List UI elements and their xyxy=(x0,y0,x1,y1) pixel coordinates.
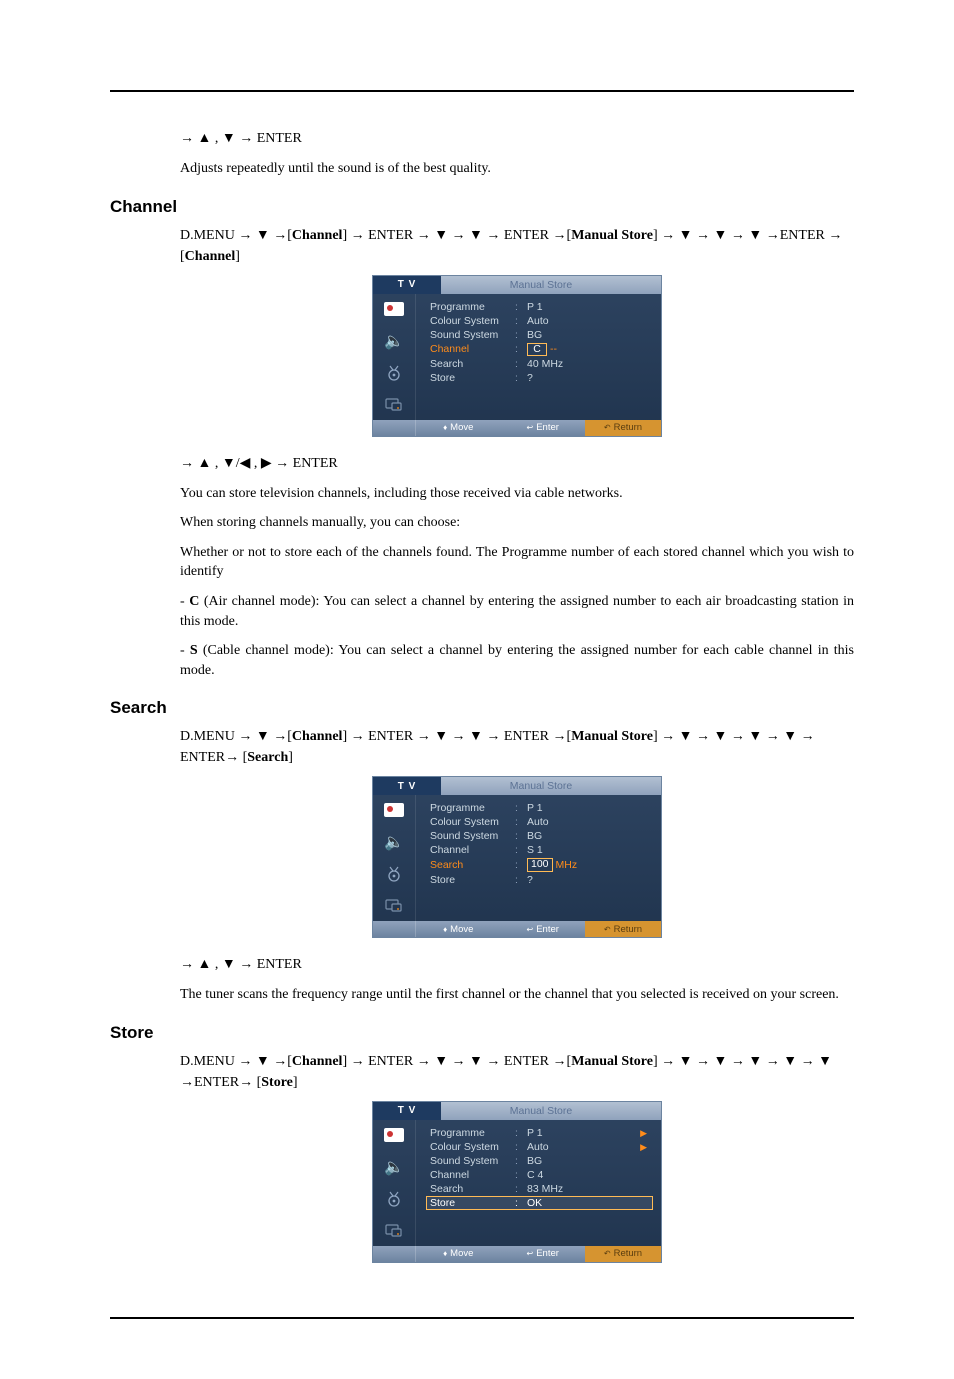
picture-icon xyxy=(384,300,404,318)
setup-icon xyxy=(384,1222,404,1240)
channel-p3: Whether or not to store each of the chan… xyxy=(180,543,854,582)
setup-icon xyxy=(384,897,404,915)
heading-channel: Channel xyxy=(110,197,854,217)
osd-tab: T V xyxy=(373,276,441,294)
arrow-icon: ▶ xyxy=(640,1144,647,1150)
search-nav-after: → ▲ , ▼ → ENTER xyxy=(180,954,854,975)
osd-footer-move: ♦Move xyxy=(416,422,500,433)
channel-p2: When storing channels manually, you can … xyxy=(180,513,854,533)
prev-nav-step: → ▲ , ▼ → ENTER xyxy=(180,128,854,149)
arrow-icon: ▶ xyxy=(640,1130,647,1136)
channel-nav: D.MENU → ▼ →[Channel] → ENTER → ▼ → ▼ → … xyxy=(180,225,854,267)
setup-icon xyxy=(384,396,404,414)
heading-store: Store xyxy=(110,1023,854,1043)
search-p1: The tuner scans the frequency range unti… xyxy=(180,985,854,1005)
store-nav: D.MENU → ▼ →[Channel] → ENTER → ▼ → ▼ → … xyxy=(180,1051,854,1093)
sound-icon: 🔈 xyxy=(384,1158,404,1176)
osd-store: T V Manual Store 🔈 xyxy=(372,1101,662,1263)
channel-icon xyxy=(384,364,404,382)
sound-icon: 🔈 xyxy=(384,833,404,851)
picture-icon xyxy=(384,1126,404,1144)
channel-nav-after: → ▲ , ▼/◀ , ▶ → ENTER xyxy=(180,453,854,474)
sound-icon: 🔈 xyxy=(384,332,404,350)
channel-p5: - S (Cable channel mode): You can select… xyxy=(180,641,854,680)
heading-search: Search xyxy=(110,698,854,718)
osd-channel: T V Manual Store 🔈 xyxy=(372,275,662,437)
channel-icon xyxy=(384,865,404,883)
osd-footer-enter: ↩Enter xyxy=(500,422,584,433)
picture-icon xyxy=(384,801,404,819)
osd-search: T V Manual Store 🔈 xyxy=(372,776,662,938)
osd-title: Manual Store xyxy=(441,279,661,291)
channel-p1: You can store television channels, inclu… xyxy=(180,484,854,504)
channel-p4: - C (Air channel mode): You can select a… xyxy=(180,592,854,631)
channel-icon xyxy=(384,1190,404,1208)
prev-para: Adjusts repeatedly until the sound is of… xyxy=(180,159,854,179)
search-nav: D.MENU → ▼ →[Channel] → ENTER → ▼ → ▼ → … xyxy=(180,726,854,768)
osd-footer-return: ↶Return xyxy=(585,420,661,436)
